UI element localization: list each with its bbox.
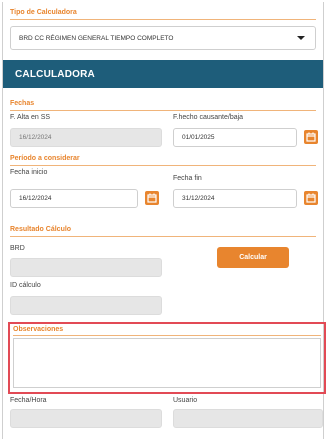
observaciones-textarea[interactable] <box>13 338 321 388</box>
page-title-text: CALCULADORA <box>15 68 95 80</box>
fechas-section-label: Fechas <box>10 100 35 107</box>
alta-ss-value: 16/12/2024 <box>19 134 52 141</box>
id-calculo-label: ID cálculo <box>10 282 41 289</box>
divider <box>10 165 316 166</box>
hecho-causante-label: F.hecho causante/baja <box>173 114 244 121</box>
brd-field <box>10 258 162 277</box>
calendar-icon[interactable] <box>304 130 318 144</box>
calendar-icon[interactable] <box>304 191 318 205</box>
chevron-down-icon <box>297 36 305 40</box>
fecha-fin-label: Fecha fin <box>173 175 202 182</box>
fecha-fin-field[interactable]: 31/12/2024 <box>173 189 297 208</box>
alta-ss-label: F. Alta en SS <box>10 114 51 121</box>
page-title: CALCULADORA <box>3 60 323 88</box>
fecha-inicio-label: Fecha inicio <box>10 169 48 176</box>
alta-ss-field: 16/12/2024 <box>10 128 162 147</box>
observaciones-highlight: Observaciones <box>8 322 326 394</box>
calendar-icon[interactable] <box>145 191 159 205</box>
observaciones-label: Observaciones <box>13 326 64 333</box>
calculator-type-label: Tipo de Calculadora <box>10 9 77 16</box>
divider <box>13 335 321 336</box>
periodo-section-label: Período a considerar <box>10 155 80 162</box>
calcular-button-label: Calcular <box>239 254 267 261</box>
fecha-fin-value: 31/12/2024 <box>182 195 215 202</box>
id-calculo-field <box>10 296 162 315</box>
hecho-causante-value: 01/01/2025 <box>182 134 215 141</box>
divider <box>10 110 316 111</box>
fecha-inicio-value: 16/12/2024 <box>19 195 52 202</box>
fecha-hora-field <box>10 409 162 428</box>
calcular-button[interactable]: Calcular <box>217 247 289 268</box>
calculator-type-value: BRD CC RÉGIMEN GENERAL TIEMPO COMPLETO <box>19 34 174 42</box>
usuario-label: Usuario <box>173 397 198 404</box>
usuario-field <box>173 409 323 428</box>
divider <box>10 19 316 20</box>
hecho-causante-field[interactable]: 01/01/2025 <box>173 128 297 147</box>
divider <box>10 236 316 237</box>
brd-label: BRD <box>10 245 25 252</box>
resultado-section-label: Resultado Cálculo <box>10 226 72 233</box>
calculator-type-select[interactable]: BRD CC RÉGIMEN GENERAL TIEMPO COMPLETO <box>10 26 316 50</box>
fecha-inicio-field[interactable]: 16/12/2024 <box>10 189 138 208</box>
fecha-hora-label: Fecha/Hora <box>10 397 47 404</box>
